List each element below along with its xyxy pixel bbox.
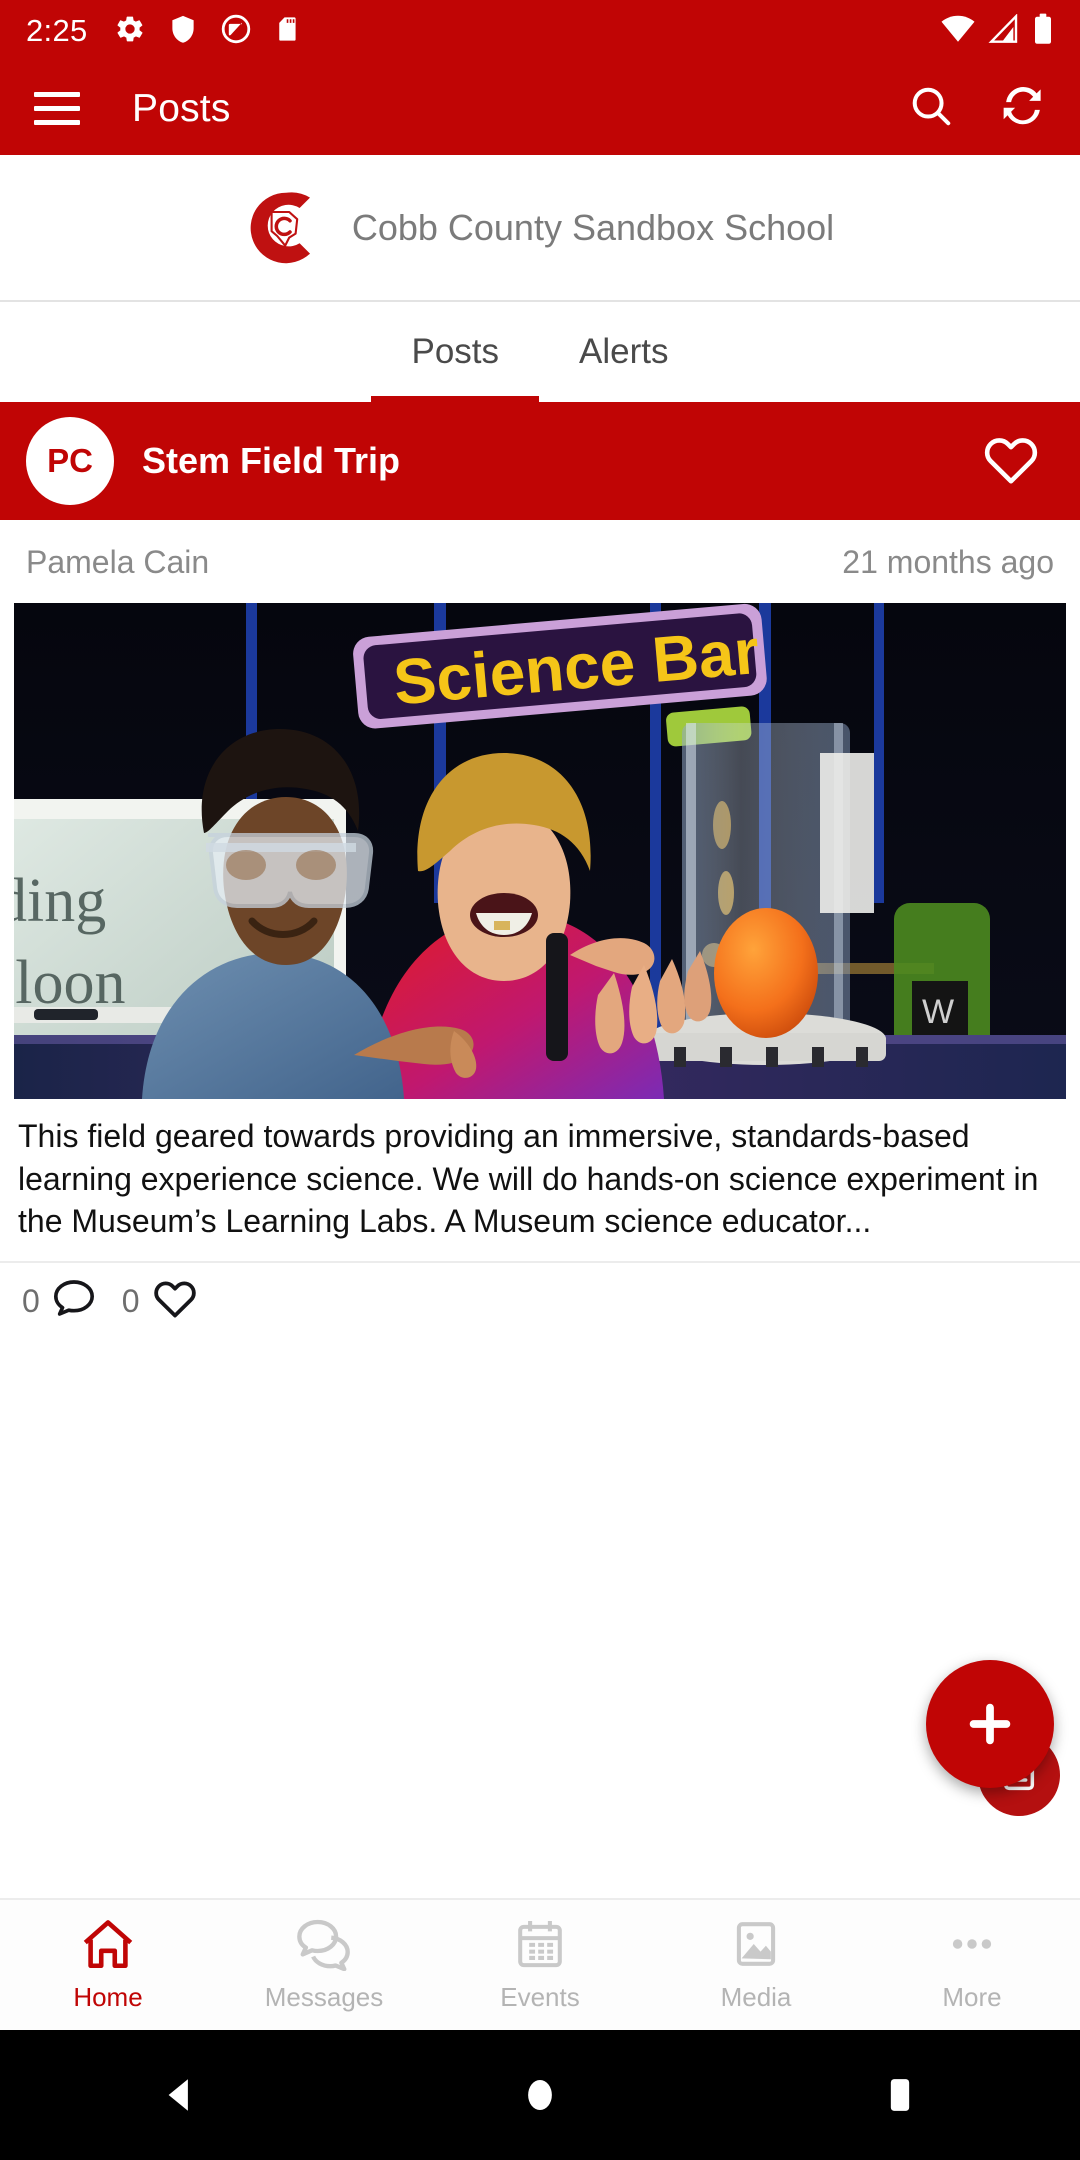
search-icon[interactable]: [908, 83, 954, 134]
svg-text:lloon: lloon: [14, 949, 125, 1017]
shield-icon: [168, 13, 198, 50]
status-time: 2:25: [26, 13, 88, 48]
home-icon: [79, 1917, 137, 1976]
tab-posts-label: Posts: [411, 332, 500, 371]
avatar: PC: [26, 417, 114, 505]
post-timestamp: 21 months ago: [842, 544, 1054, 580]
nav-item-media[interactable]: Media: [648, 1917, 864, 2013]
comment-action[interactable]: 0: [22, 1278, 96, 1326]
android-navigation-bar: [0, 2030, 1080, 2160]
post-header: PC Stem Field Trip: [0, 402, 1080, 520]
heart-outline-icon: [152, 1277, 198, 1327]
wifi-icon: [940, 14, 976, 49]
hamburger-menu-icon[interactable]: [34, 92, 80, 125]
add-post-button[interactable]: [926, 1660, 1054, 1788]
tab-posts[interactable]: Posts: [371, 302, 539, 402]
home-circle-icon[interactable]: [360, 2073, 720, 2117]
post-body: This field geared towards providing an i…: [18, 1118, 1039, 1240]
comment-count: 0: [22, 1283, 40, 1320]
post-image[interactable]: Science Bar ding lloon: [14, 603, 1066, 1099]
post-author: Pamela Cain: [26, 544, 210, 580]
nav-label-messages: Messages: [264, 1982, 384, 2012]
nav-label-media: Media: [720, 1982, 792, 2012]
heart-outline-icon[interactable]: [982, 432, 1040, 491]
refresh-icon[interactable]: [1000, 83, 1046, 134]
status-bar: 2:25: [0, 0, 1080, 62]
more-dots-icon: [945, 1917, 999, 1976]
nav-label-more: More: [942, 1982, 1002, 2012]
gear-icon: [114, 13, 146, 50]
app-bar: Posts: [0, 62, 1080, 155]
post-meta: Pamela Cain 21 months ago: [0, 520, 1080, 603]
calendar-icon: [513, 1917, 567, 1976]
nav-label-events: Events: [500, 1982, 580, 2012]
battery-icon: [1032, 13, 1054, 50]
comment-bubble-icon: [52, 1278, 96, 1326]
tab-alerts-label: Alerts: [579, 332, 669, 371]
cobb-county-logo: [246, 188, 326, 268]
tab-bar: Posts Alerts: [0, 302, 1080, 402]
post-card[interactable]: PC Stem Field Trip Pamela Cain 21 months…: [0, 402, 1080, 1343]
nav-item-home[interactable]: Home: [0, 1917, 216, 2013]
cell-signal-icon: [988, 12, 1020, 49]
messages-icon: [295, 1917, 353, 1976]
sd-card-icon: [274, 13, 302, 50]
do-not-disturb-icon: [220, 13, 252, 50]
bottom-navigation: Home Messages Events Media More: [0, 1898, 1080, 2030]
nav-item-messages[interactable]: Messages: [216, 1917, 432, 2013]
image-icon: [729, 1917, 783, 1976]
tab-alerts[interactable]: Alerts: [539, 302, 708, 402]
nav-item-events[interactable]: Events: [432, 1917, 648, 2013]
fab-container: [926, 1660, 1060, 1816]
school-name: Cobb County Sandbox School: [351, 206, 835, 248]
nav-label-home: Home: [73, 1982, 143, 2012]
post-title: Stem Field Trip: [142, 440, 401, 481]
page-title: Posts: [132, 86, 231, 130]
back-triangle-icon[interactable]: [0, 2074, 360, 2116]
svg-text:ding: ding: [14, 867, 106, 935]
post-actions: 0 0: [0, 1260, 1080, 1343]
nav-item-more[interactable]: More: [864, 1917, 1080, 2013]
like-action[interactable]: 0: [122, 1277, 198, 1327]
svg-text:W: W: [922, 993, 954, 1031]
like-count: 0: [121, 1283, 140, 1320]
recents-square-icon[interactable]: [720, 2073, 1080, 2117]
school-header: Cobb County Sandbox School: [0, 155, 1080, 302]
